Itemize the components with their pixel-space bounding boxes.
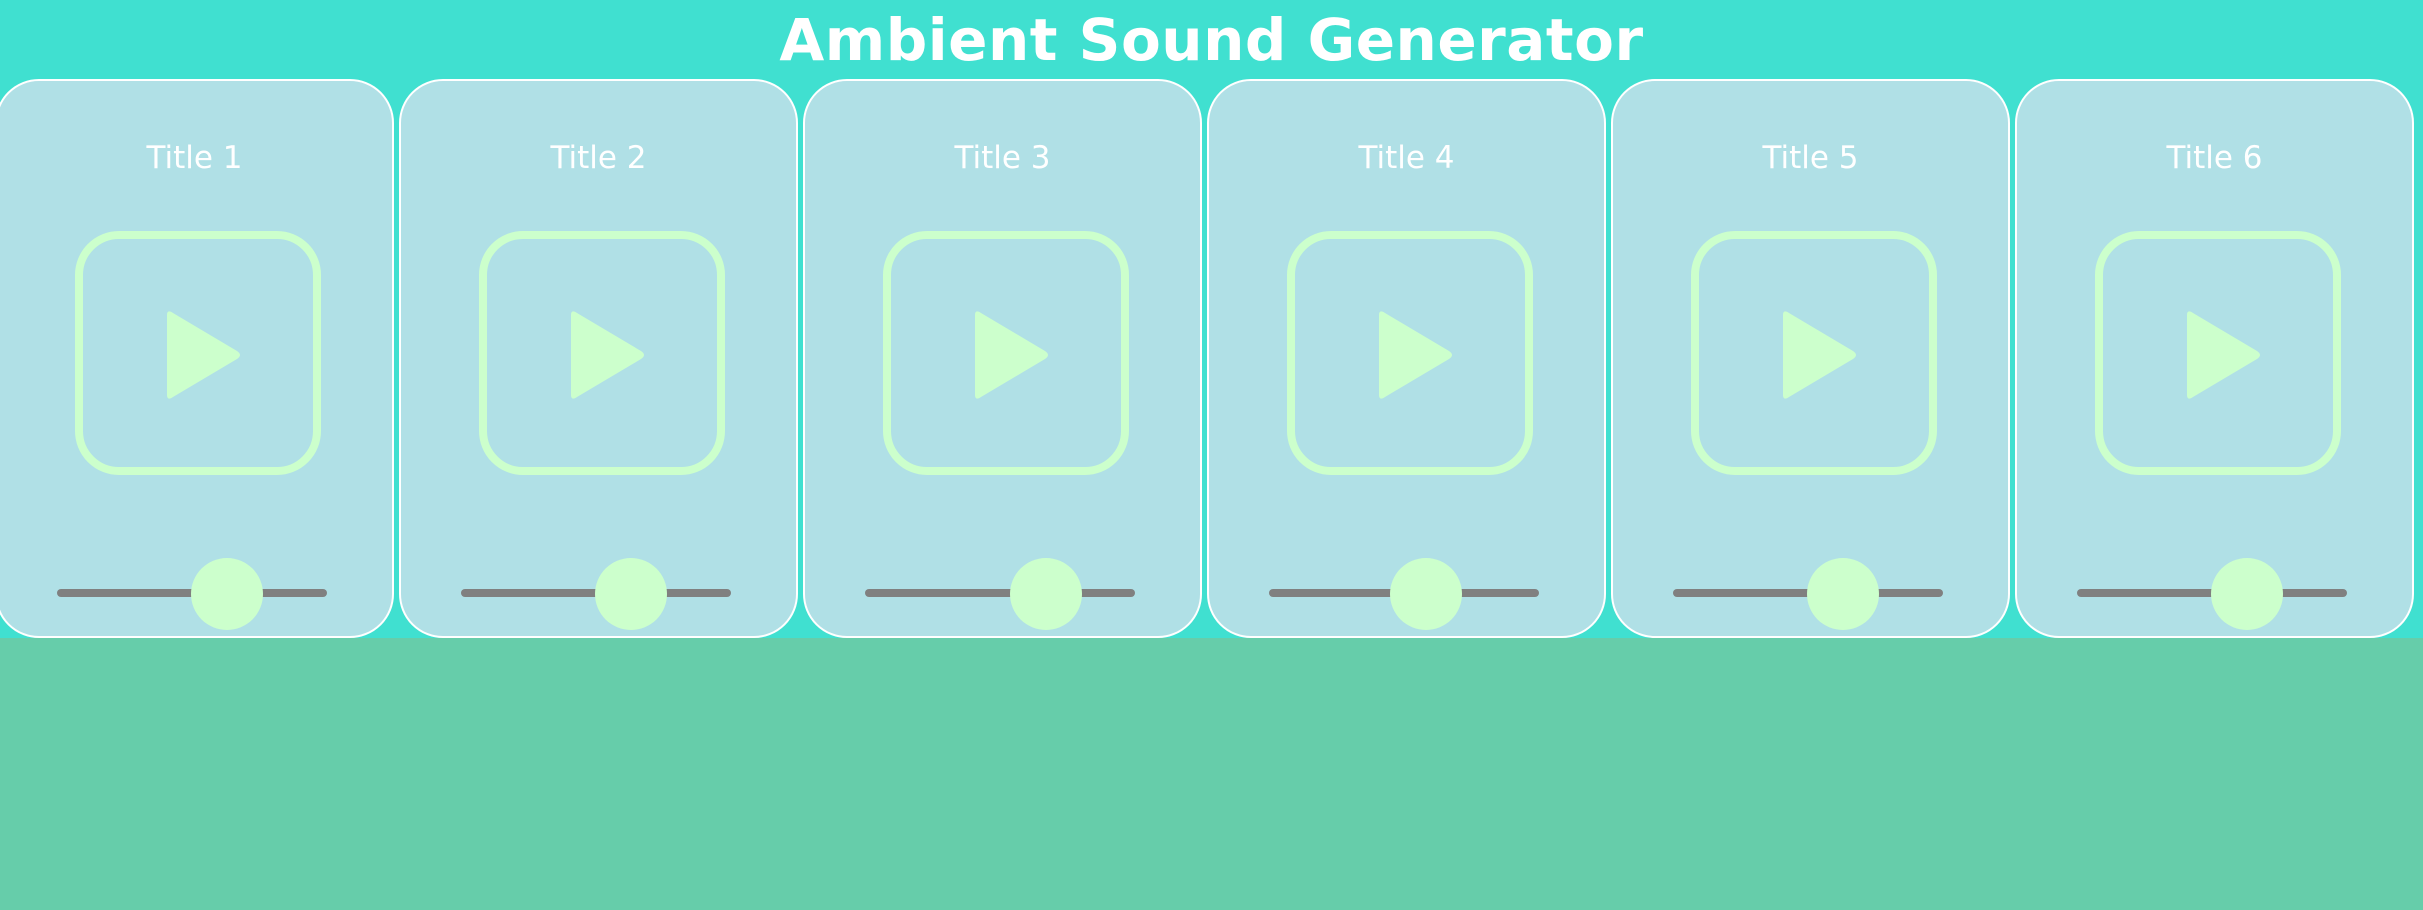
sound-card-title: Title 1 bbox=[146, 140, 243, 176]
play-button[interactable] bbox=[479, 231, 725, 475]
play-icon bbox=[2187, 311, 2260, 399]
slider-track bbox=[865, 589, 1135, 597]
slider-thumb[interactable] bbox=[1009, 558, 1082, 630]
play-icon bbox=[975, 311, 1048, 399]
sound-card: Title 4 bbox=[1207, 79, 1606, 638]
sound-card: Title 5 bbox=[1611, 79, 2010, 638]
sound-card: Title 3 bbox=[803, 79, 1202, 638]
volume-slider[interactable] bbox=[461, 558, 731, 630]
volume-slider[interactable] bbox=[57, 558, 327, 630]
volume-slider[interactable] bbox=[1673, 558, 1943, 630]
slider-thumb[interactable] bbox=[2211, 558, 2284, 630]
play-button[interactable] bbox=[1691, 231, 1937, 475]
slider-thumb[interactable] bbox=[191, 558, 264, 630]
volume-slider[interactable] bbox=[2077, 558, 2347, 630]
sound-card-title: Title 3 bbox=[954, 140, 1051, 176]
slider-thumb[interactable] bbox=[1389, 558, 1462, 630]
sound-card-list: Title 1 Title 2 Title 3 Title 4 Title 5 … bbox=[0, 79, 2419, 638]
play-button[interactable] bbox=[75, 231, 321, 475]
volume-slider[interactable] bbox=[1269, 558, 1539, 630]
volume-slider[interactable] bbox=[865, 558, 1135, 630]
sound-card: Title 2 bbox=[399, 79, 798, 638]
sound-card: Title 6 bbox=[2015, 79, 2414, 638]
sound-card-title: Title 5 bbox=[1762, 140, 1859, 176]
play-icon bbox=[571, 311, 644, 399]
play-button[interactable] bbox=[1287, 231, 1533, 475]
play-button[interactable] bbox=[2095, 231, 2341, 475]
slider-thumb[interactable] bbox=[1807, 558, 1880, 630]
sound-card-title: Title 4 bbox=[1358, 140, 1455, 176]
app-title: Ambient Sound Generator bbox=[779, 6, 1644, 74]
play-icon bbox=[1379, 311, 1452, 399]
sound-card-title: Title 6 bbox=[2166, 140, 2263, 176]
sound-card: Title 1 bbox=[0, 79, 394, 638]
slider-thumb[interactable] bbox=[595, 558, 668, 630]
play-icon bbox=[167, 311, 240, 399]
play-icon bbox=[1783, 311, 1856, 399]
sound-card-title: Title 2 bbox=[550, 140, 647, 176]
play-button[interactable] bbox=[883, 231, 1129, 475]
empty-content-area bbox=[0, 638, 2423, 910]
